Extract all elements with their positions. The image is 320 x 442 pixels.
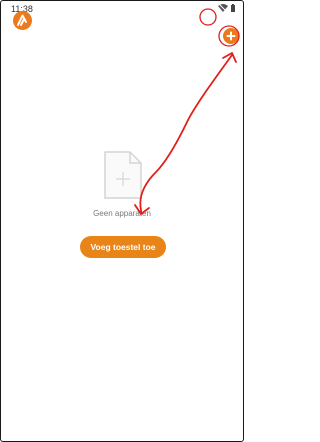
status-icons [218, 4, 235, 12]
empty-file-plus-icon [104, 151, 142, 199]
battery-icon [231, 4, 235, 12]
status-bar: 11:38 [1, 1, 243, 17]
add-device-icon-button[interactable] [223, 28, 239, 44]
plus-icon [226, 31, 236, 41]
phone-screen: 11:38 Geen apparaten Voeg toestel toe [0, 0, 244, 442]
app-header [1, 19, 243, 49]
add-device-button[interactable]: Voeg toestel toe [80, 236, 166, 258]
app-logo-icon [13, 11, 32, 30]
empty-state-message: Geen apparaten [93, 209, 151, 218]
wifi-icon [218, 4, 228, 12]
